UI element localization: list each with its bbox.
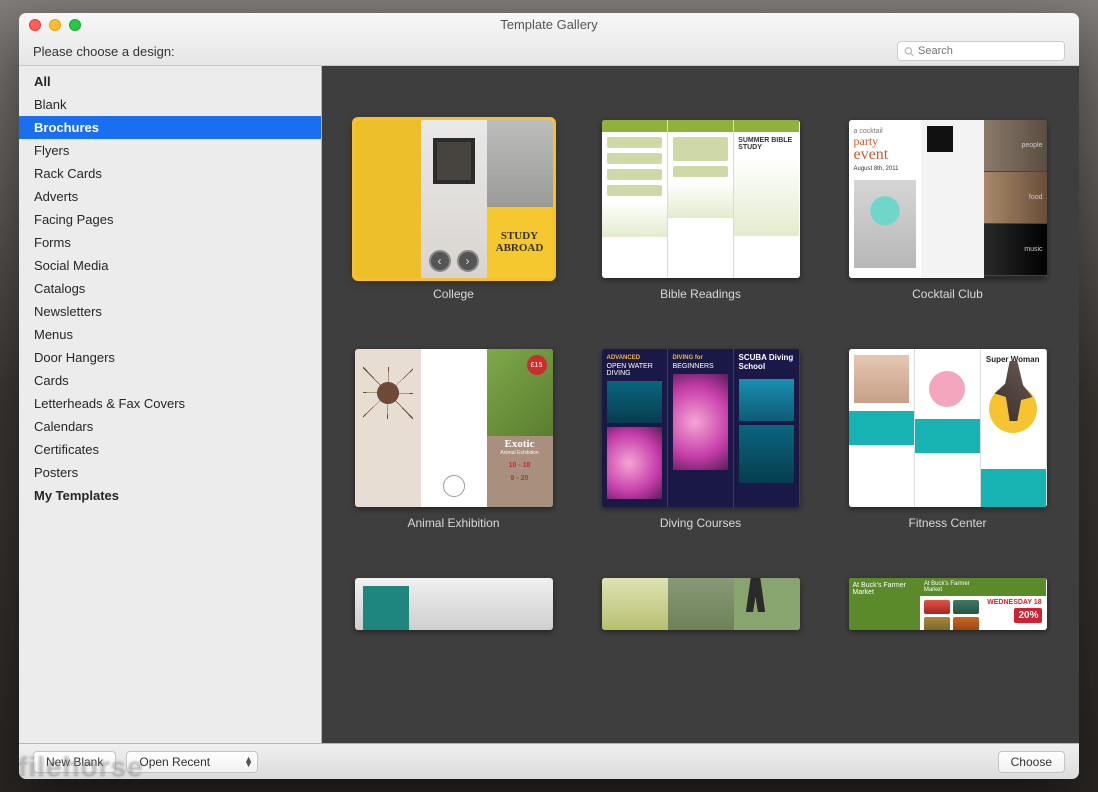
sidebar-item-menus[interactable]: Menus: [19, 323, 321, 346]
subtitle: Please choose a design:: [33, 44, 175, 59]
window: Template Gallery Please choose a design:…: [19, 13, 1079, 779]
template-partial-2[interactable]: [597, 578, 804, 630]
thumbnail[interactable]: ‹ › STUDY ABROAD: [355, 120, 553, 278]
sidebar-item-blank[interactable]: Blank: [19, 93, 321, 116]
template-bible-readings[interactable]: SUMMER BIBLE STUDY Bible Readings: [597, 120, 804, 301]
template-partial-1[interactable]: [350, 578, 557, 630]
template-label: Bible Readings: [660, 287, 741, 301]
sidebar-item-posters[interactable]: Posters: [19, 461, 321, 484]
thumbnail[interactable]: £15 Exotic Animal Exhibition 10 - 18 9 -…: [355, 349, 553, 507]
window-title: Template Gallery: [19, 13, 1079, 32]
sidebar-item-rack-cards[interactable]: Rack Cards: [19, 162, 321, 185]
thumbnail[interactable]: [355, 578, 553, 630]
sidebar-item-letterheads[interactable]: Letterheads & Fax Covers: [19, 392, 321, 415]
template-fitness-center[interactable]: Super Woman Fitness Center: [844, 349, 1051, 530]
thumbnail[interactable]: SUMMER BIBLE STUDY: [602, 120, 800, 278]
fullscreen-icon[interactable]: [69, 19, 81, 31]
template-label: Fitness Center: [908, 516, 986, 530]
sidebar-item-brochures[interactable]: Brochures: [19, 116, 321, 139]
thumbnail[interactable]: At Buck's Farmer Market At Buck's Farmer…: [849, 578, 1047, 630]
choose-button[interactable]: Choose: [998, 751, 1065, 773]
template-diving-courses[interactable]: ADVANCEDOPEN WATER DIVING DIVING forBEGI…: [597, 349, 804, 530]
content: ‹ › STUDY ABROAD College SUMMER BIBLE ST…: [322, 66, 1079, 743]
thumbnail[interactable]: [602, 578, 800, 630]
chevron-updown-icon: ▲▼: [244, 757, 253, 767]
sidebar-item-social-media[interactable]: Social Media: [19, 254, 321, 277]
chevron-left-icon[interactable]: ‹: [429, 250, 451, 272]
template-label: Animal Exhibition: [407, 516, 499, 530]
thumbnail[interactable]: a cocktail party event August 8th, 2011 …: [849, 120, 1047, 278]
sidebar-item-flyers[interactable]: Flyers: [19, 139, 321, 162]
template-animal-exhibition[interactable]: £15 Exotic Animal Exhibition 10 - 18 9 -…: [350, 349, 557, 530]
template-label: Diving Courses: [660, 516, 741, 530]
body: All Blank Brochures Flyers Rack Cards Ad…: [19, 66, 1079, 743]
thumbnail[interactable]: ADVANCEDOPEN WATER DIVING DIVING forBEGI…: [602, 349, 800, 507]
minimize-icon[interactable]: [49, 19, 61, 31]
chevron-right-icon[interactable]: ›: [457, 250, 479, 272]
template-label: College: [433, 287, 474, 301]
new-blank-button[interactable]: New Blank: [33, 751, 116, 773]
search-icon: [904, 46, 914, 57]
template-college[interactable]: ‹ › STUDY ABROAD College: [350, 120, 557, 301]
footer: New Blank Open Recent ▲▼ Choose: [19, 743, 1079, 779]
sidebar-item-newsletters[interactable]: Newsletters: [19, 300, 321, 323]
sidebar-item-forms[interactable]: Forms: [19, 231, 321, 254]
sidebar-item-my-templates[interactable]: My Templates: [19, 484, 321, 507]
sidebar-item-door-hangers[interactable]: Door Hangers: [19, 346, 321, 369]
sidebar-item-certificates[interactable]: Certificates: [19, 438, 321, 461]
template-partial-3[interactable]: At Buck's Farmer Market At Buck's Farmer…: [844, 578, 1051, 630]
sidebar-item-facing-pages[interactable]: Facing Pages: [19, 208, 321, 231]
template-grid: ‹ › STUDY ABROAD College SUMMER BIBLE ST…: [350, 120, 1051, 630]
close-icon[interactable]: [29, 19, 41, 31]
search-input[interactable]: [918, 45, 1058, 57]
open-recent-select[interactable]: Open Recent ▲▼: [126, 751, 258, 773]
sidebar-item-adverts[interactable]: Adverts: [19, 185, 321, 208]
sidebar-item-cards[interactable]: Cards: [19, 369, 321, 392]
titlebar: Template Gallery Please choose a design:: [19, 13, 1079, 66]
template-cocktail-club[interactable]: a cocktail party event August 8th, 2011 …: [844, 120, 1051, 301]
traffic-lights: [29, 19, 81, 31]
sidebar-item-all[interactable]: All: [19, 70, 321, 93]
sidebar: All Blank Brochures Flyers Rack Cards Ad…: [19, 66, 322, 743]
thumbnail[interactable]: Super Woman: [849, 349, 1047, 507]
search-field[interactable]: [897, 41, 1065, 61]
sidebar-item-catalogs[interactable]: Catalogs: [19, 277, 321, 300]
sidebar-item-calendars[interactable]: Calendars: [19, 415, 321, 438]
template-label: Cocktail Club: [912, 287, 983, 301]
